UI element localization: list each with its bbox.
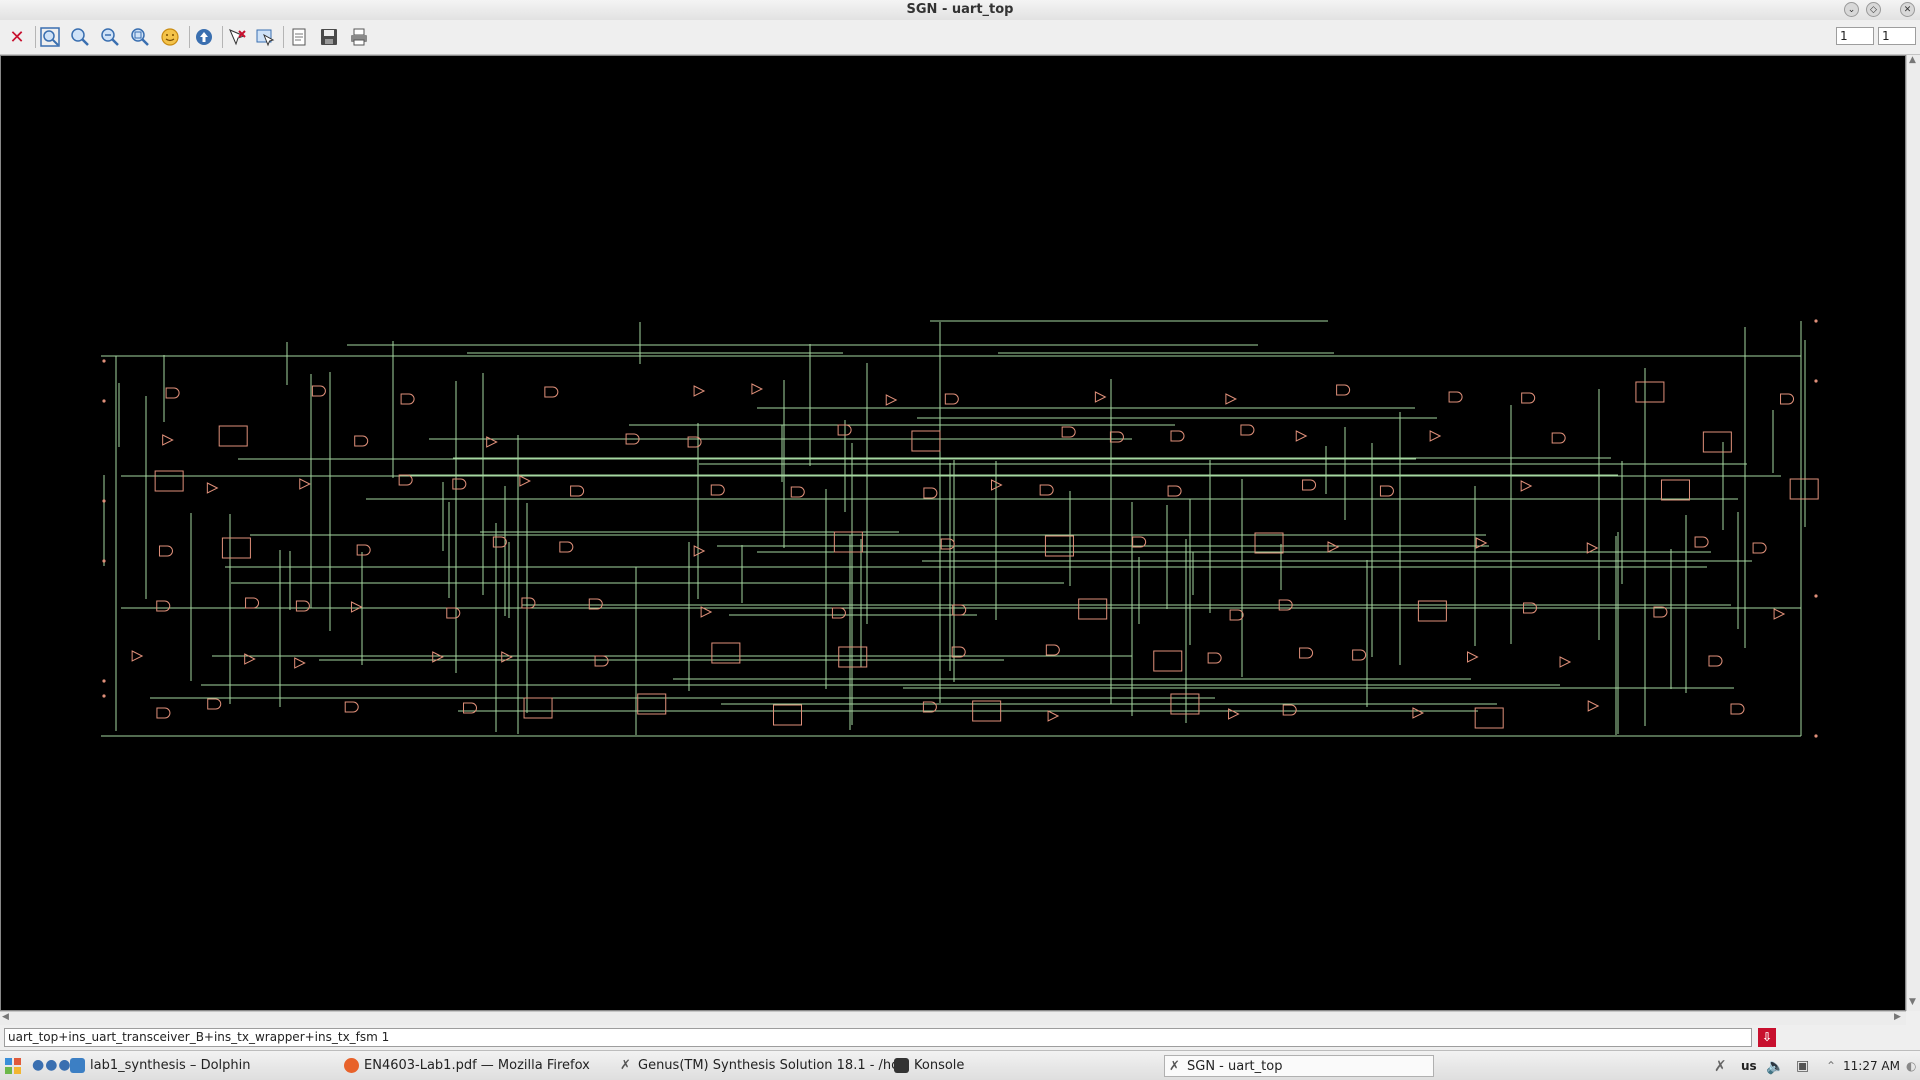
terminal-icon bbox=[894, 1058, 909, 1073]
up-hierarchy-icon bbox=[196, 29, 212, 45]
smiley-icon bbox=[161, 28, 179, 46]
deselect-tool-icon bbox=[256, 29, 275, 47]
keyboard-layout[interactable]: us bbox=[1741, 1055, 1757, 1077]
zoom-out-icon bbox=[101, 28, 119, 46]
close-red-x-icon: ✕ bbox=[9, 26, 25, 48]
toolbar: ✕ 1 1 bbox=[0, 20, 1920, 55]
zoom-in-button[interactable] bbox=[68, 25, 92, 49]
taskbar-item-konsole[interactable]: Konsole bbox=[892, 1055, 1174, 1077]
face-button[interactable] bbox=[158, 25, 182, 49]
maximize-button[interactable]: ◇ bbox=[1866, 2, 1881, 17]
zoom-in-icon bbox=[71, 28, 89, 46]
taskbar-item-label: SGN - uart_top bbox=[1187, 1059, 1283, 1074]
select-tool-icon bbox=[229, 29, 246, 46]
scroll-up-icon[interactable]: ▲ bbox=[1909, 55, 1916, 65]
taskbar-item-firefox[interactable]: EN4603-Lab1.pdf — Mozilla Firefox bbox=[342, 1055, 624, 1077]
status-bar: uart_top+ins_uart_transceiver_B+ins_tx_w… bbox=[0, 1025, 1920, 1050]
scroll-right-icon[interactable]: ▶ bbox=[1894, 1012, 1901, 1022]
deselect-tool-button[interactable] bbox=[253, 25, 277, 49]
zoom-out-button[interactable] bbox=[98, 25, 122, 49]
tray-x-icon[interactable]: ✗ bbox=[1714, 1055, 1727, 1077]
document-icon bbox=[292, 28, 306, 46]
taskbar-item-label: Konsole bbox=[914, 1058, 965, 1073]
launcher-icon bbox=[5, 1058, 21, 1074]
minimize-button[interactable]: ⌄ bbox=[1844, 2, 1859, 17]
clock[interactable]: 11:27 AM bbox=[1843, 1055, 1900, 1077]
zoom-area-button[interactable] bbox=[128, 25, 152, 49]
document-button[interactable] bbox=[287, 25, 311, 49]
app-launcher-button[interactable] bbox=[4, 1057, 22, 1075]
taskbar-item-sgn[interactable]: ✗ SGN - uart_top bbox=[1164, 1055, 1434, 1077]
page-field-1[interactable]: 1 bbox=[1836, 27, 1874, 45]
hierarchy-path-field[interactable]: uart_top+ins_uart_transceiver_B+ins_tx_w… bbox=[4, 1028, 1752, 1047]
save-icon bbox=[321, 29, 337, 45]
taskbar-item-label: EN4603-Lab1.pdf — Mozilla Firefox bbox=[364, 1058, 590, 1073]
zoom-fit-button[interactable] bbox=[38, 25, 62, 49]
pager-dots-icon[interactable]: ●●● bbox=[32, 1057, 72, 1073]
download-button[interactable]: ⇩ bbox=[1758, 1028, 1776, 1047]
schematic-canvas[interactable] bbox=[0, 55, 1906, 1011]
print-button[interactable] bbox=[347, 25, 371, 49]
scroll-down-icon[interactable]: ▼ bbox=[1909, 997, 1916, 1007]
x-app-icon: ✗ bbox=[620, 1058, 631, 1073]
save-button[interactable] bbox=[317, 25, 341, 49]
up-hierarchy-button[interactable] bbox=[192, 25, 216, 49]
select-tool-button[interactable] bbox=[225, 25, 249, 49]
close-view-button[interactable]: ✕ bbox=[5, 25, 29, 49]
x-app-icon: ✗ bbox=[1169, 1059, 1180, 1074]
folder-icon bbox=[70, 1058, 85, 1073]
print-icon bbox=[351, 28, 367, 46]
window-close-button[interactable]: ✕ bbox=[1900, 2, 1915, 17]
horizontal-scrollbar[interactable]: ◀ ▶ bbox=[0, 1011, 1906, 1025]
tray-expand-icon[interactable]: ⌃ bbox=[1826, 1055, 1836, 1077]
schematic-drawing bbox=[101, 319, 1819, 738]
taskbar-item-genus[interactable]: ✗ Genus(TM) Synthesis Solution 18.1 - /h… bbox=[616, 1055, 902, 1077]
window-title: SGN - uart_top bbox=[906, 2, 1014, 17]
scroll-left-icon[interactable]: ◀ bbox=[2, 1012, 9, 1022]
download-arrow-icon: ⇩ bbox=[1761, 1030, 1773, 1044]
taskbar-item-dolphin[interactable]: lab1_synthesis – Dolphin bbox=[68, 1055, 350, 1077]
page-field-2[interactable]: 1 bbox=[1878, 27, 1916, 45]
zoom-area-icon bbox=[131, 28, 149, 46]
taskbar-item-label: Genus(TM) Synthesis Solution 18.1 - /hc bbox=[638, 1058, 899, 1073]
taskbar: ●●● lab1_synthesis – Dolphin EN4603-Lab1… bbox=[0, 1050, 1920, 1080]
show-desktop-icon[interactable]: ◐ bbox=[1906, 1055, 1916, 1077]
vertical-scrollbar[interactable]: ▲ ▼ bbox=[1906, 55, 1920, 1011]
taskbar-item-label: lab1_synthesis – Dolphin bbox=[90, 1058, 251, 1073]
volume-icon[interactable]: 🔈 bbox=[1766, 1055, 1785, 1077]
title-bar: SGN - uart_top ⌄ ◇ ✕ bbox=[0, 0, 1920, 21]
zoom-fit-icon bbox=[40, 27, 60, 47]
clipboard-icon[interactable]: ▣ bbox=[1796, 1055, 1809, 1077]
firefox-icon bbox=[344, 1058, 359, 1073]
